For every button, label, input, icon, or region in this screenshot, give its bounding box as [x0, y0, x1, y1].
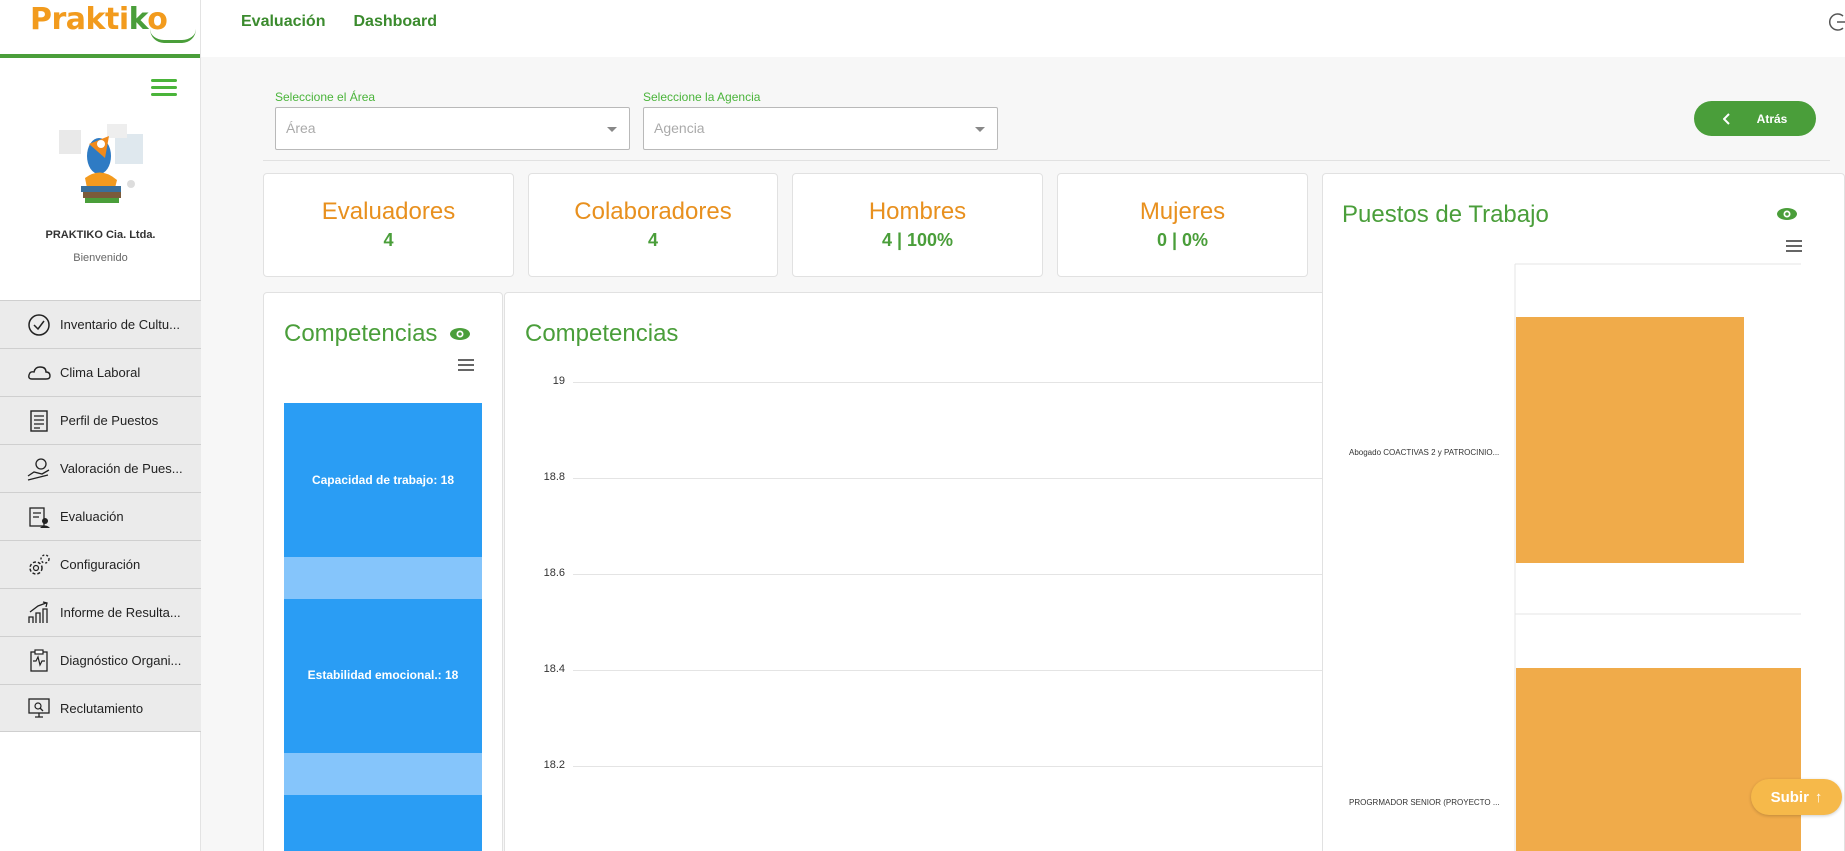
stat-card-mujeres: Mujeres 0 | 0% — [1057, 173, 1308, 277]
bar-gap — [284, 753, 482, 795]
y-tick-label: 18.6 — [543, 567, 565, 579]
logo-text-accent: k — [128, 2, 148, 37]
y-tick-label: 18.4 — [543, 663, 565, 675]
competencias-panel: Competencias Capacidad de trabajo: 18 Es… — [263, 292, 503, 851]
bar — [284, 795, 482, 851]
stat-value: 4 — [647, 230, 658, 250]
sidebar-item-label: Perfil de Puestos — [60, 413, 159, 428]
back-button[interactable]: Atrás — [1694, 101, 1816, 136]
sidebar-item-label: Clima Laboral — [60, 365, 141, 380]
puestos-bar-chart: Abogado COACTIVAS 2 y PATROCINIO... PROG… — [1349, 263, 1801, 851]
y-tick-label: 19 — [552, 375, 565, 387]
sidebar-item-informe[interactable]: Informe de Resulta... — [0, 588, 201, 636]
area-label: Seleccione el Área — [275, 90, 376, 104]
stat-title: Mujeres — [1139, 198, 1226, 225]
logout-icon[interactable] — [1829, 12, 1845, 32]
sidebar-item-label: Configuración — [60, 557, 141, 572]
sidebar-item-label: Reclutamiento — [60, 700, 144, 716]
y-tick-label: 18.8 — [543, 471, 565, 483]
bar — [1516, 317, 1744, 563]
divider — [263, 160, 1830, 161]
stat-title: Evaluadores — [321, 198, 456, 225]
top-bar: Evaluación Dashboard — [201, 0, 1845, 57]
agency-placeholder: Agencia — [654, 120, 705, 136]
category-label: PROGRMADOR SENIOR (PROYECTO ... — [1349, 798, 1500, 807]
back-button-label: Atrás — [1756, 111, 1788, 126]
check-circle-icon — [28, 313, 50, 336]
logo-text: Prakti — [30, 2, 129, 37]
sidebar-item-reclutamiento[interactable]: Reclutamiento — [0, 684, 201, 732]
sidebar-item-valoracion[interactable]: Valoración de Pues... — [0, 444, 201, 492]
scroll-top-label: Subir — [1770, 788, 1809, 806]
cloud-icon — [28, 365, 51, 380]
gears-icon — [29, 553, 50, 575]
stat-title: Hombres — [868, 198, 967, 225]
sidebar-item-label: Inventario de Cultu... — [60, 317, 180, 332]
stat-value: 4 — [383, 230, 394, 250]
company-name: PRAKTIKO Cia. Ltda. — [45, 229, 156, 241]
chart-growth-icon — [28, 600, 48, 623]
logo-text-end: o — [147, 2, 168, 37]
sidebar-item-diagnostico[interactable]: Diagnóstico Organi... — [0, 636, 201, 684]
hand-money-icon — [27, 457, 50, 481]
agency-label: Seleccione la Agencia — [643, 90, 761, 104]
sidebar-item-label: Diagnóstico Organi... — [60, 653, 182, 668]
nav-dashboard[interactable]: Dashboard — [353, 13, 437, 31]
sidebar-item-perfil[interactable]: Perfil de Puestos — [0, 396, 201, 444]
sidebar: Praktiko PRAKTIKO Cia. Ltda. Bienvenido … — [0, 0, 201, 851]
stat-title: Colaboradores — [574, 198, 732, 225]
hamburger-menu-icon[interactable] — [151, 79, 177, 99]
nav-evaluacion[interactable]: Evaluación — [241, 13, 325, 31]
logo-area: Praktiko — [0, 0, 200, 58]
chart-title: Competencias — [525, 320, 679, 347]
bar-gap — [284, 557, 482, 599]
area-placeholder: Área — [286, 120, 316, 136]
sidebar-item-clima[interactable]: Clima Laboral — [0, 348, 201, 396]
clipboard-user-icon — [29, 506, 50, 528]
sidebar-item-configuracion[interactable]: Configuración — [0, 540, 201, 588]
stat-value: 0 | 0% — [1156, 230, 1209, 250]
y-tick-label: 18.2 — [543, 759, 565, 771]
top-nav: Evaluación Dashboard — [241, 13, 437, 31]
welcome-text: Bienvenido — [73, 252, 128, 264]
chevron-down-icon — [607, 127, 617, 132]
clipboard-pulse-icon — [30, 648, 48, 672]
sidebar-item-label: Valoración de Pues... — [60, 461, 183, 476]
sidebar-menu: Inventario de Cultu... Clima Laboral Per… — [0, 300, 201, 732]
sidebar-item-inventario[interactable]: Inventario de Cultu... — [0, 300, 201, 348]
stat-value: 4 | 100% — [881, 230, 954, 250]
bar-label: Capacidad de trabajo: 18 — [312, 473, 454, 487]
bar-label: Estabilidad emocional.: 18 — [308, 668, 459, 682]
stat-card-evaluadores: Evaluadores 4 — [263, 173, 514, 277]
chevron-down-icon — [975, 127, 985, 132]
area-select[interactable]: Área — [275, 107, 630, 150]
arrow-up-icon: ↑ — [1814, 788, 1823, 806]
stat-card-hombres: Hombres 4 | 100% — [792, 173, 1043, 277]
puestos-panel: Puestos de Trabajo Abogado COACTIVAS 2 y… — [1322, 173, 1845, 851]
bar — [1516, 668, 1801, 851]
sidebar-item-evaluacion[interactable]: Evaluación — [0, 492, 201, 540]
stat-card-colaboradores: Colaboradores 4 — [528, 173, 778, 277]
sidebar-item-label: Evaluación — [60, 509, 124, 524]
scroll-top-button[interactable]: Subir ↑ — [1751, 779, 1842, 815]
chevron-left-icon — [1722, 112, 1730, 125]
competencias-bar-chart: Capacidad de trabajo: 18 Estabilidad emo… — [284, 403, 482, 851]
avatar — [59, 124, 143, 203]
sidebar-item-label: Informe de Resulta... — [60, 605, 181, 620]
category-label: Abogado COACTIVAS 2 y PATROCINIO... — [1349, 448, 1499, 457]
agency-select[interactable]: Agencia — [643, 107, 998, 150]
monitor-search-icon — [28, 698, 50, 718]
document-list-icon — [30, 409, 48, 432]
